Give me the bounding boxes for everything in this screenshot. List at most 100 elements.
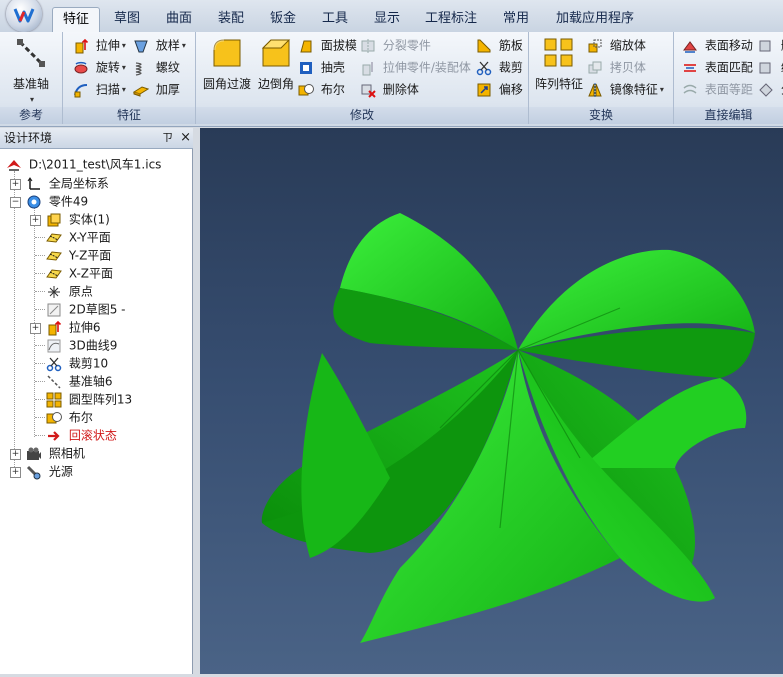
tree-node-root[interactable]: D:\2011_test\风车1.ics: [6, 155, 161, 173]
tree-line: [35, 435, 45, 436]
copy-body-button[interactable]: 拷贝体: [587, 57, 646, 77]
tree-node-yz-plane[interactable]: Y-Z平面: [46, 246, 111, 264]
loft-button[interactable]: 放样 ▾: [133, 35, 186, 55]
delete-body-button[interactable]: 删除体: [360, 79, 419, 99]
fillet-icon: [212, 38, 241, 67]
mirror-feature-button[interactable]: 镜像特征 ▾: [587, 79, 664, 99]
extrude-button[interactable]: 拉伸 ▾: [73, 35, 126, 55]
tree-node-camera[interactable]: 照相机: [26, 444, 85, 462]
pattern-feature-button[interactable]: 阵列特征: [533, 36, 585, 92]
scissors-icon: [476, 61, 492, 75]
expand-toggle[interactable]: +: [10, 449, 21, 460]
direct-edit-cut-item-2[interactable]: 编: [758, 57, 783, 77]
chamfer-button[interactable]: 边倒角: [256, 36, 296, 92]
group-label-direct-edit: 直接编辑: [674, 107, 783, 124]
collapse-toggle[interactable]: −: [10, 197, 21, 208]
arrow-right-icon: [48, 430, 60, 441]
thicken-icon: [133, 85, 149, 97]
chamfer-icon: [261, 39, 291, 67]
copy-body-icon: [588, 61, 602, 73]
helix-button[interactable]: 螺纹: [133, 57, 180, 77]
tree-node-xy-plane[interactable]: X-Y平面: [46, 228, 111, 246]
rib-icon: [477, 39, 491, 52]
close-icon[interactable]: ×: [180, 128, 191, 148]
group-modify: 圆角过渡 边倒角 面拔模 抽壳 布尔 分裂零件 拉伸零件/装配体 删除体 筋板 …: [196, 32, 529, 124]
tree-node-boolean[interactable]: 布尔: [46, 408, 93, 426]
tree-node-extrude[interactable]: 拉伸6: [46, 318, 100, 336]
tree-line: [35, 237, 45, 238]
delete-face-icon: [759, 40, 771, 51]
tab-drawing-annotation[interactable]: 工程标注: [418, 7, 484, 31]
pin-icon[interactable]: ㄗ: [162, 128, 173, 148]
expand-toggle[interactable]: +: [10, 179, 21, 190]
scale-body-button[interactable]: 缩放体: [587, 35, 646, 55]
tab-addins[interactable]: 加载应用程序: [548, 7, 642, 31]
tree-node-part[interactable]: 零件49: [26, 192, 88, 210]
app-logo-icon: [13, 8, 35, 23]
tab-tools[interactable]: 工具: [313, 7, 357, 31]
direct-edit-cut-item-1[interactable]: 删: [758, 35, 783, 55]
tree-line: [35, 363, 45, 364]
tree-line: [35, 381, 45, 382]
extrude-part-button[interactable]: 拉伸零件/装配体: [360, 57, 471, 77]
tree-node-datum-axis[interactable]: 基准轴6: [46, 372, 112, 390]
ribbon-tab-bar: 特征 草图 曲面 装配 钣金 工具 显示 工程标注 常用 加载应用程序: [0, 0, 783, 33]
plane-icon: [46, 232, 62, 243]
rib-button[interactable]: 筋板: [476, 35, 523, 55]
panel-title: 设计环境: [4, 131, 53, 145]
group-feature: 拉伸 ▾ 放样 ▾ 旋转 ▾ 螺纹 扫描 ▾ 加厚 特征: [63, 32, 196, 124]
origin-icon: [48, 285, 60, 298]
tree-node-circular-pattern[interactable]: 圆型阵列13: [46, 390, 132, 408]
tab-sketch[interactable]: 草图: [105, 7, 149, 31]
delete-body-icon: [361, 84, 376, 98]
tab-surface[interactable]: 曲面: [157, 7, 201, 31]
trim-button[interactable]: 裁剪: [476, 57, 523, 77]
camera-icon: [27, 447, 41, 460]
face-match-button[interactable]: 表面匹配: [682, 57, 753, 77]
expand-toggle[interactable]: +: [10, 467, 21, 478]
tree-node-3d-curve[interactable]: 3D曲线9: [46, 336, 117, 354]
tree-node-solid[interactable]: 实体(1): [46, 210, 110, 228]
tab-sheetmetal[interactable]: 钣金: [261, 7, 305, 31]
group-transform: 阵列特征 缩放体 拷贝体 镜像特征 ▾ 变换: [529, 32, 674, 124]
thicken-button[interactable]: 加厚: [133, 79, 180, 99]
windmill-model: [261, 213, 755, 643]
tree-line: [35, 309, 45, 310]
application-menu-button[interactable]: [6, 0, 42, 32]
tab-assembly[interactable]: 装配: [209, 7, 253, 31]
tree-node-origin[interactable]: 原点: [46, 282, 93, 300]
datum-axis-button[interactable]: 基准轴 ▾: [6, 36, 56, 106]
tree-node-trim[interactable]: 裁剪10: [46, 354, 108, 372]
face-equidistant-button[interactable]: 表面等距: [682, 79, 753, 99]
coordinate-system-icon: [27, 176, 40, 190]
tree-node-xz-plane[interactable]: X-Z平面: [46, 264, 113, 282]
tree-node-sketch[interactable]: 2D草图5 -: [46, 300, 125, 318]
boolean-button[interactable]: 布尔: [298, 79, 345, 99]
revolve-button[interactable]: 旋转 ▾: [73, 57, 126, 77]
revolve-icon: [74, 61, 88, 73]
tab-common[interactable]: 常用: [494, 7, 538, 31]
offset-button[interactable]: 偏移: [476, 79, 523, 99]
face-move-button[interactable]: 表面移动: [682, 35, 753, 55]
fillet-button[interactable]: 圆角过渡: [200, 36, 254, 92]
shell-button[interactable]: 抽壳: [298, 57, 345, 77]
tab-feature[interactable]: 特征: [52, 7, 100, 33]
tree-node-rollback[interactable]: 回滚状态: [46, 426, 117, 444]
tree-node-light[interactable]: 光源: [26, 462, 73, 480]
split-part-button[interactable]: 分裂零件: [360, 35, 431, 55]
face-move-icon: [683, 40, 697, 53]
part-icon: [27, 195, 41, 208]
boolean-icon: [298, 83, 314, 95]
direct-edit-cut-item-3[interactable]: 分: [758, 79, 783, 99]
ribbon: 基准轴 ▾ 参考 拉伸 ▾ 放样 ▾ 旋转 ▾ 螺纹 扫描 ▾ 加厚 特征 圆角…: [0, 32, 783, 127]
expand-toggle[interactable]: +: [30, 323, 41, 334]
tab-display[interactable]: 显示: [365, 7, 409, 31]
chevron-down-icon: ▾: [181, 40, 186, 50]
tree-node-global-cs[interactable]: 全局坐标系: [26, 174, 109, 192]
sweep-button[interactable]: 扫描 ▾: [73, 79, 126, 99]
panel-splitter[interactable]: [193, 128, 200, 674]
sweep-icon: [74, 83, 88, 97]
face-draft-button[interactable]: 面拔模: [298, 35, 357, 55]
3d-viewport[interactable]: [200, 128, 783, 674]
expand-toggle[interactable]: +: [30, 215, 41, 226]
